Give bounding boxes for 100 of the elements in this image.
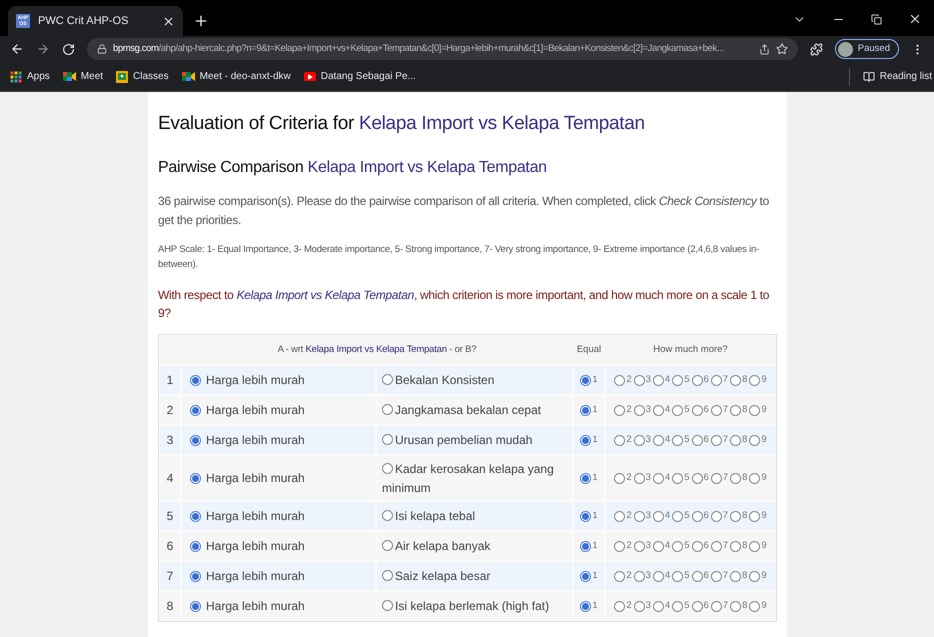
scale-option[interactable]: 3 [634,598,651,614]
equal-option[interactable]: 1 [574,592,604,620]
scale-option[interactable]: 8 [730,470,748,486]
scale-option[interactable]: 5 [672,538,690,554]
scale-option[interactable]: 3 [634,470,651,486]
scale-option[interactable]: 9 [749,432,767,448]
option-a[interactable]: Harga lebih murah [182,456,375,500]
scale-option[interactable]: 6 [692,568,709,584]
radio-button[interactable] [672,404,684,416]
scale-option[interactable]: 6 [692,432,709,448]
scale-option[interactable]: 7 [710,598,728,614]
radio-button[interactable] [710,374,722,386]
scale-option[interactable]: 6 [692,598,709,614]
scale-option[interactable]: 3 [634,402,651,418]
radio-button[interactable] [692,472,702,484]
radio-button[interactable] [634,404,645,416]
radio-button[interactable] [710,404,722,416]
scale-option[interactable]: 9 [749,372,767,388]
scale-option[interactable]: 9 [749,538,767,554]
radio-button[interactable] [614,510,626,522]
radio-button[interactable] [190,404,201,416]
option-b[interactable]: Air kelapa banyak [377,532,572,560]
scale-option[interactable]: 9 [749,470,767,486]
scale-option[interactable]: 7 [710,432,728,448]
scale-option[interactable]: 7 [710,508,728,524]
radio-button[interactable] [710,600,722,612]
radio-button[interactable] [672,472,684,484]
scale-option[interactable]: 9 [749,568,767,584]
close-tab-icon[interactable] [162,14,175,28]
radio-button[interactable] [614,600,626,612]
scale-option[interactable]: 7 [710,402,728,418]
radio-button[interactable] [749,570,760,582]
close-window-icon[interactable] [908,12,922,26]
radio-button[interactable] [190,374,201,386]
radio-button[interactable] [580,434,592,446]
radio-button[interactable] [730,472,742,484]
radio-button[interactable] [710,540,722,552]
scale-option[interactable]: 8 [730,598,748,614]
option-a[interactable]: Harga lebih murah [182,396,375,424]
scale-option[interactable]: 5 [672,470,690,486]
scale-option[interactable]: 6 [692,470,709,486]
radio-button[interactable] [634,510,645,522]
equal-option[interactable]: 1 [574,396,604,424]
equal-option[interactable]: 1 [574,502,604,530]
radio-button[interactable] [710,570,722,582]
option-a[interactable]: Harga lebih murah [182,562,375,590]
radio-button[interactable] [730,540,742,552]
option-b[interactable]: Bekalan Konsisten [377,366,572,394]
radio-button[interactable] [580,404,592,416]
radio-button[interactable] [710,434,722,446]
radio-button[interactable] [730,510,742,522]
bookmark-item[interactable]: Apps [10,69,50,84]
scale-option[interactable]: 2 [614,568,632,584]
radio-button[interactable] [634,472,645,484]
scale-option[interactable]: 6 [692,402,709,418]
radio-button[interactable] [580,540,592,552]
scale-option[interactable]: 5 [672,402,690,418]
scale-option[interactable]: 9 [749,508,767,524]
equal-option[interactable]: 1 [574,366,604,394]
address-bar[interactable]: bpmsg.com/ahp/ahp-hiercalc.php?n=9&t=Kelapa+Import+vs+Kelapa+Tempatan&c[0]=Harga+lebih+murah&c[1]=Bekalan+Konsisten&c[2]=Jangkamasa+bek... [87,38,798,60]
scale-option[interactable]: 4 [652,538,670,554]
radio-button[interactable] [730,434,742,446]
scale-option[interactable]: 7 [710,538,728,554]
radio-button[interactable] [634,434,645,446]
option-b[interactable]: Isi kelapa tebal [377,502,572,530]
option-a[interactable]: Harga lebih murah [182,426,375,454]
radio-button[interactable] [580,472,592,484]
radio-button[interactable] [652,434,664,446]
radio-button[interactable] [382,404,393,414]
radio-button[interactable] [692,540,702,552]
option-a[interactable]: Harga lebih murah [182,532,375,560]
extensions-icon[interactable] [810,42,823,56]
radio-button[interactable] [672,600,684,612]
radio-button[interactable] [382,462,393,474]
scale-option[interactable]: 5 [672,372,690,388]
bookmark-item[interactable]: Classes [116,69,169,84]
radio-button[interactable] [652,570,664,582]
radio-button[interactable] [749,510,760,522]
radio-button[interactable] [672,540,684,552]
radio-button[interactable] [614,374,626,386]
radio-button[interactable] [730,600,742,612]
radio-button[interactable] [692,570,702,582]
scale-option[interactable]: 3 [634,568,651,584]
radio-button[interactable] [692,434,702,446]
scale-option[interactable]: 4 [652,508,670,524]
scale-option[interactable]: 8 [730,432,748,448]
scale-option[interactable]: 5 [672,568,690,584]
radio-button[interactable] [672,374,684,386]
option-b[interactable]: Saiz kelapa besar [377,562,572,590]
radio-button[interactable] [580,570,592,582]
option-b[interactable]: Isi kelapa berlemak (high fat) [377,592,572,620]
radio-button[interactable] [580,600,592,612]
scale-option[interactable]: 2 [614,598,632,614]
option-b[interactable]: Jangkamasa bekalan cepat [377,396,572,424]
radio-button[interactable] [672,434,684,446]
radio-button[interactable] [614,404,626,416]
radio-button[interactable] [692,600,702,612]
radio-button[interactable] [652,404,664,416]
radio-button[interactable] [652,540,664,552]
radio-button[interactable] [190,434,201,446]
